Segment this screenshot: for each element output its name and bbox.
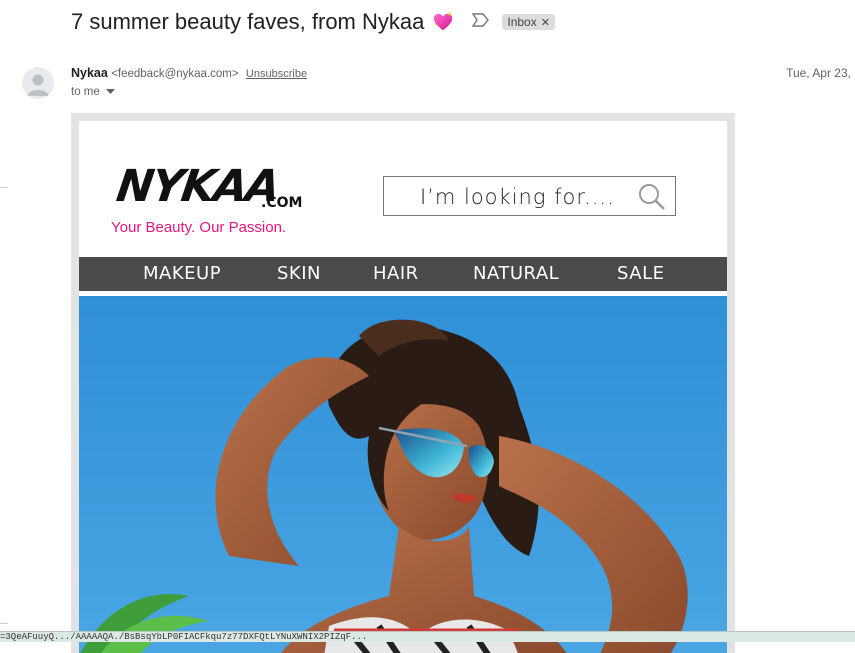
nav-item-skin[interactable]: SKIN bbox=[277, 257, 321, 291]
category-nav: MAKEUP SKIN HAIR NATURAL SALE bbox=[79, 257, 727, 291]
nav-item-natural[interactable]: NATURAL bbox=[473, 257, 559, 291]
edge-divider bbox=[0, 623, 8, 624]
recipient-line[interactable]: to me bbox=[71, 86, 115, 98]
sender-email: <feedback@nykaa.com> bbox=[111, 68, 239, 80]
inbox-label-text: Inbox bbox=[507, 15, 537, 29]
status-bar-url: =3QeAFuuyQ.../AAAAAQA./BsBsqYbLP0FIACFkq… bbox=[0, 631, 855, 642]
nykaa-logo[interactable]: NYKAA .COM Your Beauty. Our Passion. bbox=[111, 161, 303, 241]
chevron-down-icon[interactable] bbox=[105, 86, 115, 98]
edge-divider bbox=[0, 187, 8, 188]
newsletter-body: NYKAA .COM Your Beauty. Our Passion. I’m… bbox=[79, 121, 727, 653]
logo-tagline: Your Beauty. Our Passion. bbox=[111, 219, 287, 236]
sender-line: Nykaa <feedback@nykaa.com> Unsubscribe bbox=[71, 66, 307, 80]
newsletter-frame: NYKAA .COM Your Beauty. Our Passion. I’m… bbox=[71, 113, 735, 653]
unsubscribe-link[interactable]: Unsubscribe bbox=[246, 68, 307, 80]
search-placeholder: I’m looking for.... bbox=[420, 185, 615, 209]
sparkling-heart-icon bbox=[432, 11, 454, 33]
avatar bbox=[22, 67, 54, 99]
logo-suffix: .COM bbox=[261, 195, 303, 211]
search-icon[interactable] bbox=[637, 182, 667, 212]
sender-name: Nykaa bbox=[71, 66, 108, 80]
nav-item-makeup[interactable]: MAKEUP bbox=[143, 257, 221, 291]
nav-item-sale[interactable]: SALE bbox=[617, 257, 664, 291]
hero-banner-image[interactable] bbox=[79, 296, 727, 653]
recipient-text: to me bbox=[71, 86, 100, 98]
search-input[interactable]: I’m looking for.... bbox=[383, 176, 676, 216]
email-date: Tue, Apr 23, bbox=[786, 66, 851, 80]
subject-row: 7 summer beauty faves, from Nykaa Inbox … bbox=[71, 6, 555, 38]
email-subject: 7 summer beauty faves, from Nykaa bbox=[71, 9, 425, 34]
nav-item-hair[interactable]: HAIR bbox=[373, 257, 419, 291]
inbox-label-chip[interactable]: Inbox ✕ bbox=[502, 14, 555, 30]
important-marker-icon[interactable] bbox=[472, 12, 490, 32]
remove-label-icon[interactable]: ✕ bbox=[541, 16, 550, 29]
logo-wordmark: NYKAA bbox=[113, 161, 282, 212]
